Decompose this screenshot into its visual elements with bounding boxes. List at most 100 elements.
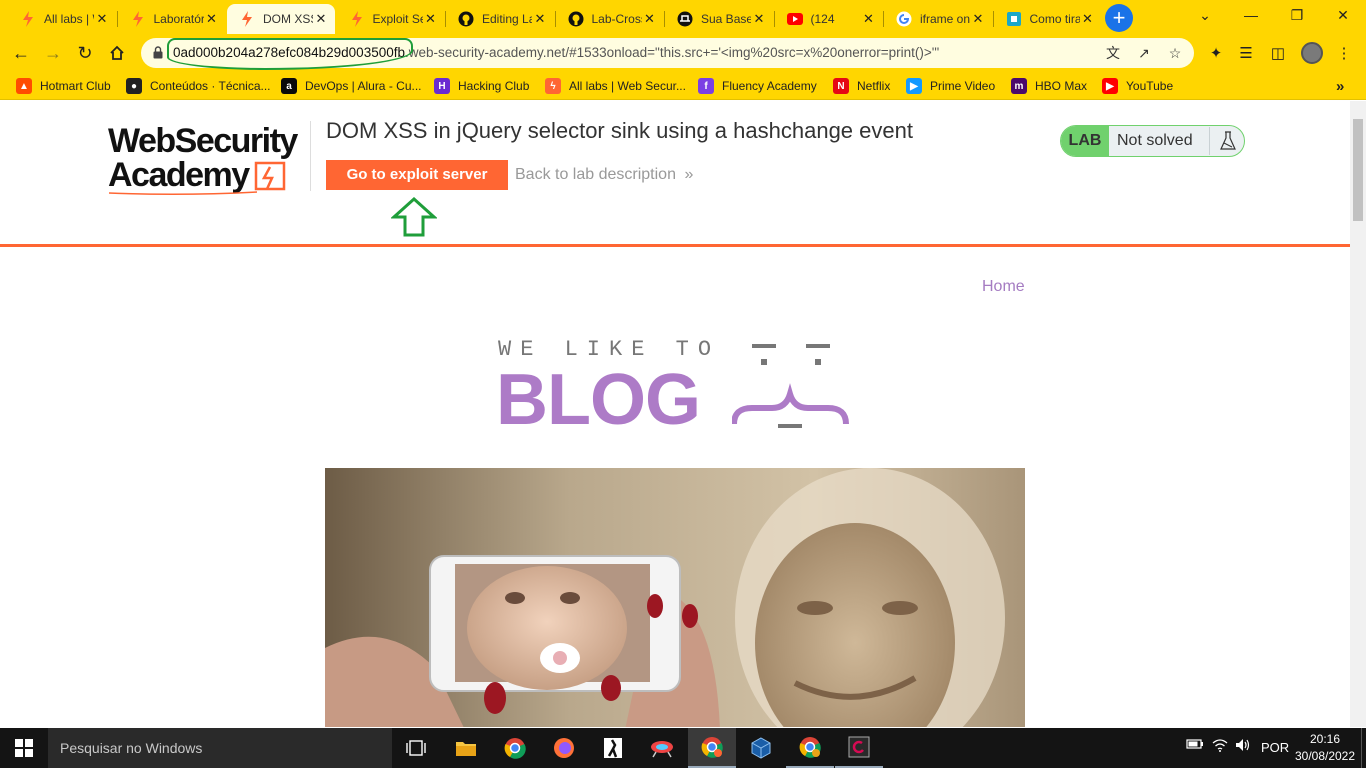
page-scrollbar[interactable] [1350, 101, 1366, 727]
counter-strike-icon[interactable] [589, 728, 637, 768]
bookmark-label: Hacking Club [458, 79, 530, 93]
tab-title: Exploit Server [372, 12, 423, 26]
reload-icon[interactable]: ↻ [71, 39, 99, 67]
bookmark-star-icon[interactable]: ☆ [1165, 43, 1185, 63]
tab-close-icon[interactable]: ✕ [642, 11, 658, 27]
bookmark-item[interactable]: ▶ Prime Video [906, 77, 995, 95]
chrome-icon[interactable] [491, 728, 539, 768]
tab-close-icon[interactable]: ✕ [861, 11, 877, 27]
tab-close-icon[interactable]: ✕ [532, 11, 548, 27]
bookmark-item[interactable]: ● Conteúdos · Técnica... [126, 77, 271, 95]
firefox-icon[interactable] [540, 728, 588, 768]
wifi-icon[interactable] [1212, 738, 1228, 755]
search-placeholder: Pesquisar no Windows [60, 740, 203, 756]
debian-terminal-icon[interactable] [835, 728, 883, 768]
remote-app-icon[interactable] [638, 728, 686, 768]
tab-close-icon[interactable]: ✕ [1080, 11, 1096, 27]
tab-close-icon[interactable]: ✕ [94, 11, 110, 27]
restore-button[interactable]: ❐ [1274, 0, 1320, 30]
tab-title: DOM XSS in jQuery selector sink [263, 12, 313, 26]
lock-icon[interactable] [153, 46, 163, 59]
minimize-button[interactable]: — [1228, 0, 1274, 30]
windows-start-icon[interactable] [0, 728, 48, 768]
browser-tab[interactable]: DOM XSS in jQuery selector sink✕ [227, 4, 335, 34]
banner-title: BLOG [496, 360, 701, 440]
chrome-second-profile-icon[interactable] [786, 728, 834, 768]
tab-title: All labs | Web Security Academy [44, 12, 94, 26]
bookmarks-overflow-icon[interactable]: » [1336, 77, 1344, 95]
clock-time: 20:16 [1309, 732, 1341, 746]
share-icon[interactable]: ↗ [1134, 43, 1154, 63]
media-queue-icon[interactable]: ☰ [1232, 39, 1260, 67]
task-view-icon[interactable] [392, 728, 440, 768]
bookmark-label: YouTube [1126, 79, 1174, 93]
tab-title: Editing Lab [482, 12, 532, 26]
bookmark-item[interactable]: N Netflix [833, 77, 890, 95]
volume-icon[interactable] [1235, 738, 1251, 755]
browser-tab[interactable]: Lab-Cross ✕ [556, 4, 664, 34]
chrome-profile-icon[interactable] [688, 728, 736, 768]
browser-tab[interactable]: Como tirar✕ [994, 4, 1102, 34]
back-to-lab-description-link[interactable]: Back to lab description » [515, 166, 693, 184]
browser-menu-icon[interactable]: ⋮ [1330, 39, 1358, 67]
bookmark-item[interactable]: a DevOps | Alura - Cu... [281, 77, 422, 95]
extensions-icon[interactable]: ✦ [1202, 39, 1230, 67]
netflix-icon: N [833, 78, 849, 94]
tab-separator [554, 11, 556, 27]
logo-line1: WebSecurity [108, 122, 298, 160]
windows-taskbar: Pesquisar no Windows POR 20:16 30/08/202… [0, 728, 1366, 768]
tab-search-icon[interactable]: ⌄ [1182, 0, 1228, 30]
bookmark-label: Prime Video [930, 79, 996, 93]
burp-icon [349, 11, 365, 27]
tab-close-icon[interactable]: ✕ [751, 11, 767, 27]
browser-tab[interactable]: All labs | Web Security Academy✕ [8, 4, 116, 34]
bookmarks-bar: ▲ Hotmart Club ● Conteúdos · Técnica... a Dev… [0, 72, 1366, 100]
banner-face-icon [732, 344, 849, 428]
tab-close-icon[interactable]: ✕ [970, 11, 986, 27]
back-icon[interactable]: ← [7, 39, 35, 67]
forward-icon[interactable]: → [39, 39, 67, 67]
hat-icon [677, 11, 693, 27]
browser-tab[interactable]: (124 ✕ [775, 4, 883, 34]
burp-icon [239, 11, 255, 27]
new-tab-button[interactable]: + [1105, 4, 1133, 32]
bookmark-item[interactable]: f Fluency Academy [698, 77, 817, 95]
battery-icon[interactable] [1186, 738, 1204, 753]
web-security-academy-logo[interactable]: WebSecurity Academy [108, 122, 308, 196]
system-clock[interactable]: 20:16 30/08/2022 [1290, 731, 1360, 765]
fluency-icon: f [698, 78, 714, 94]
close-window-button[interactable]: ✕ [1320, 0, 1366, 30]
show-desktop-button[interactable] [1361, 728, 1362, 768]
alura-icon: a [281, 78, 297, 94]
home-icon[interactable] [103, 39, 131, 67]
bookmark-item[interactable]: ▲ Hotmart Club [16, 77, 111, 95]
logo-line2: Academy [108, 156, 250, 194]
file-explorer-icon[interactable] [442, 728, 490, 768]
tab-close-icon[interactable]: ✕ [204, 11, 220, 27]
language-indicator[interactable]: POR [1261, 740, 1289, 755]
bookmark-item[interactable]: ϟ All labs | Web Secur... [545, 77, 686, 95]
header-divider [310, 121, 311, 191]
nav-home-link[interactable]: Home [982, 278, 1025, 296]
scrollbar-thumb[interactable] [1353, 119, 1363, 221]
youtube-icon: ▶ [1102, 78, 1118, 94]
windows-search-box[interactable]: Pesquisar no Windows [48, 728, 392, 768]
translate-icon[interactable]: 文 [1103, 43, 1123, 63]
side-panel-icon[interactable]: ◫ [1264, 39, 1292, 67]
url-rest: .web-security-academy.net/#1533onload="t… [405, 45, 940, 60]
virtualbox-icon[interactable] [737, 728, 785, 768]
clock-date: 30/08/2022 [1294, 749, 1356, 763]
bookmark-item[interactable]: m HBO Max [1011, 77, 1087, 95]
browser-tab[interactable]: Exploit Server✕ [337, 4, 445, 34]
browser-tab[interactable]: Editing Lab✕ [446, 4, 554, 34]
tab-close-icon[interactable]: ✕ [313, 11, 329, 27]
browser-tab[interactable]: Laboratório✕ [118, 4, 226, 34]
tab-close-icon[interactable]: ✕ [423, 11, 439, 27]
bookmark-item[interactable]: ▶ YouTube [1102, 77, 1173, 95]
browser-tab[interactable]: Sua Base ✕ [665, 4, 773, 34]
profile-avatar[interactable] [1298, 39, 1326, 67]
bookmark-item[interactable]: H Hacking Club [434, 77, 529, 95]
browser-tab[interactable]: iframe on ✕ [884, 4, 992, 34]
go-to-exploit-server-button[interactable]: Go to exploit server [326, 160, 508, 190]
github-icon [458, 11, 474, 27]
